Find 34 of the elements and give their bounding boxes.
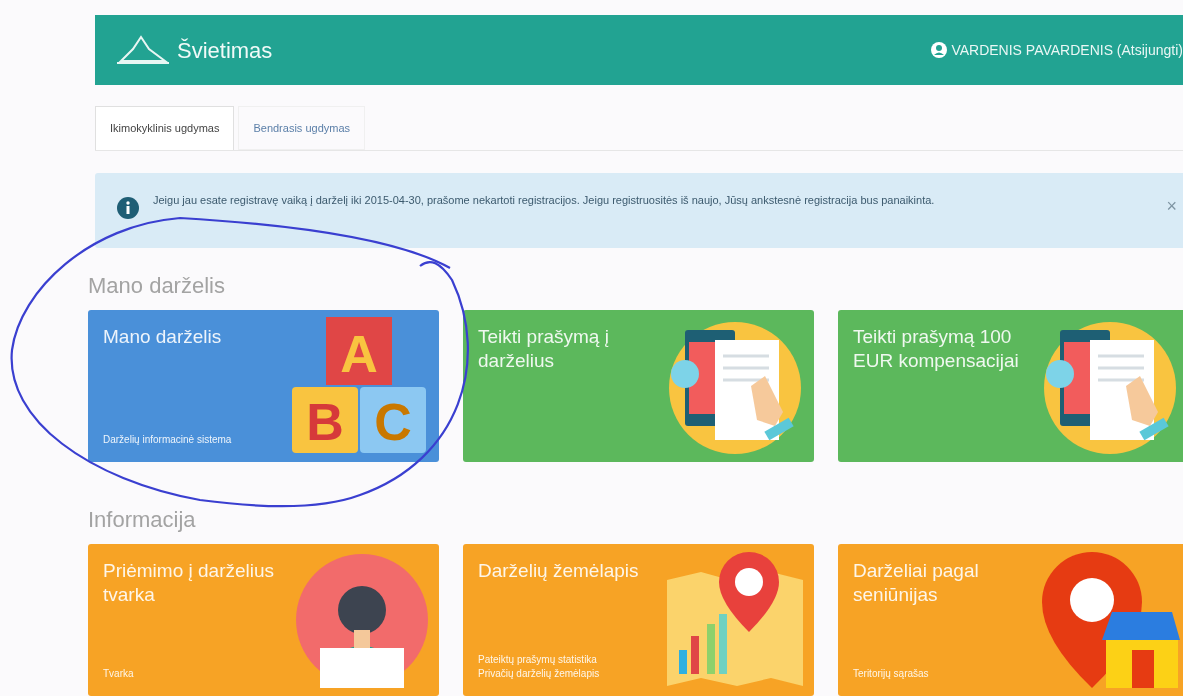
map-pin-icon xyxy=(719,552,779,632)
chart-bar xyxy=(691,636,699,674)
user-logout-link[interactable]: VARDENIS PAVARDENIS (Atsijungti) xyxy=(931,39,1183,61)
tab[interactable]: Bendrasis ugdymas xyxy=(238,106,366,150)
chart-bar xyxy=(679,650,687,674)
tile-card[interactable]: Teikti prašymą į darželius xyxy=(463,310,814,462)
alert-message: Jeigu jau esate registravę vaiką į darželį iki 2015-04-30, prašome nekartoti registracijos. Jeigu registruositės iš naujo, Jūsų ankstesnė registracija bus panaikinta. xyxy=(153,193,936,208)
site-title: Švietimas xyxy=(177,36,273,65)
user-icon xyxy=(931,42,948,58)
section-heading: Mano darželis xyxy=(88,272,226,300)
chart-bar xyxy=(719,614,727,674)
info-icon xyxy=(117,197,139,219)
tile-title: Mano darželis xyxy=(103,325,223,349)
tab[interactable]: Ikimokyklinis ugdymas xyxy=(95,106,235,150)
tile-title: Darželių žemėlapis xyxy=(478,559,640,583)
tile-title: Teikti prašymą į darželius xyxy=(478,325,610,373)
tile-subtitle: Privačių darželių žemėlapis xyxy=(478,667,601,681)
alphabet-blocks-drawing: A B C xyxy=(290,317,430,455)
tile-card[interactable]: Priėmimo į darželius tvarka Tvarka xyxy=(88,544,439,696)
tile-subtitle: Tvarka xyxy=(103,667,135,681)
tile-card[interactable]: Teikti prašymą 100 EUR kompensacijai xyxy=(838,310,1183,462)
chart-bar xyxy=(707,624,715,674)
tile-card[interactable]: Darželių žemėlapis Pateiktų prašymų statistika Privačių darželių žemėlapis xyxy=(463,544,814,696)
tile-title: Teikti prašymą 100 EUR kompensacijai xyxy=(853,325,1020,373)
tile-title: Priėmimo į darželius tvarka xyxy=(103,559,276,607)
tile-title: Darželiai pagal seniūnijas xyxy=(853,559,980,607)
tile-card[interactable]: Mano darželis Darželių informacinė sistema A B C xyxy=(88,310,439,462)
close-button[interactable]: × xyxy=(1166,193,1177,220)
tile-subtitle: Pateiktų prašymų statistika xyxy=(478,653,598,667)
logo-icon xyxy=(115,35,171,65)
section-heading: Informacija xyxy=(88,506,197,534)
tile-card[interactable]: Darželiai pagal seniūnijas Teritorijų sąrašas xyxy=(838,544,1183,696)
tile-subtitle: Teritorijų sąrašas xyxy=(853,667,930,681)
tile-subtitle: Darželių informacinė sistema xyxy=(103,433,233,447)
